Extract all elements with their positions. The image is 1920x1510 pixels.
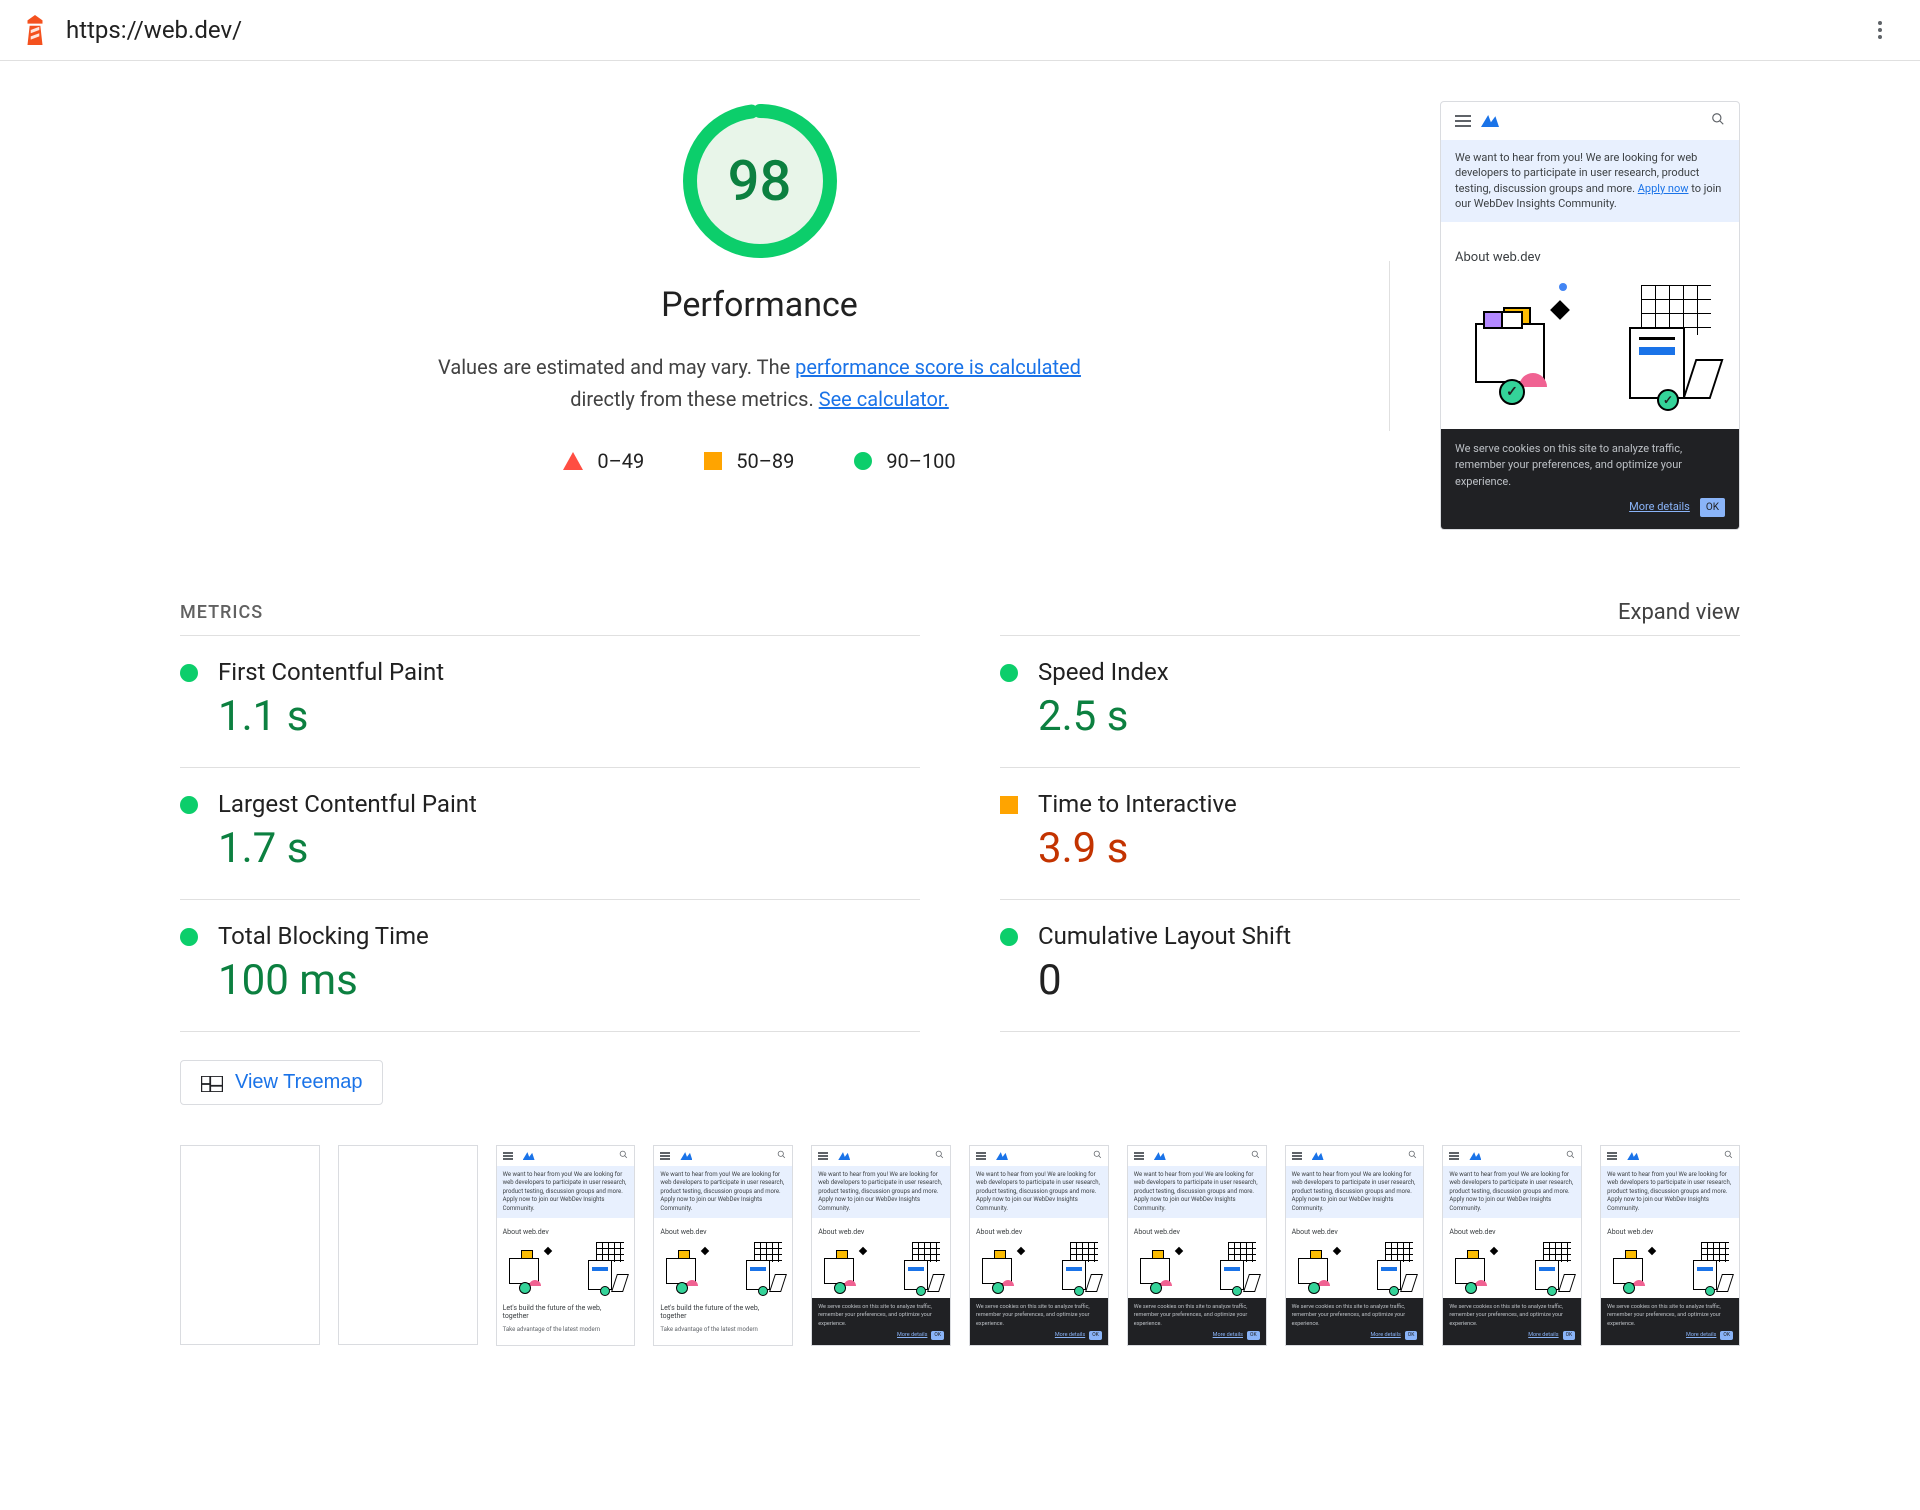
thumb-illustration (503, 1242, 629, 1298)
metric-row: First Contentful Paint 1.1 s (180, 635, 920, 767)
status-dot-icon (180, 796, 198, 814)
metric-row: Cumulative Layout Shift 0 (1000, 899, 1740, 1031)
lighthouse-icon (22, 15, 48, 45)
metric-value: 1.1 s (218, 692, 444, 741)
gauge-label: Performance (661, 285, 858, 325)
more-menu-button[interactable] (1862, 12, 1898, 48)
score-calc-link[interactable]: performance score is calculated (795, 355, 1081, 379)
thumb-illustration (660, 1242, 786, 1298)
status-dot-icon (1000, 928, 1018, 946)
metric-label: First Contentful Paint (218, 658, 444, 686)
filmstrip-thumbnail[interactable]: We want to hear from you! We are looking… (811, 1145, 951, 1346)
metric-row: Largest Contentful Paint 1.7 s (180, 767, 920, 899)
filmstrip-thumbnail[interactable]: We want to hear from you! We are looking… (1127, 1145, 1267, 1346)
search-icon (1711, 112, 1725, 130)
page-preview-screenshot: We want to hear from you! We are looking… (1440, 101, 1740, 530)
topbar: https://web.dev/ (0, 0, 1920, 61)
status-dot-icon (1000, 664, 1018, 682)
metric-label: Cumulative Layout Shift (1038, 922, 1291, 950)
preview-illustration (1455, 285, 1725, 415)
metrics-section-title: METRICS (180, 602, 263, 623)
performance-gauge: 98 Performance (661, 101, 858, 325)
legend-pass-icon (854, 452, 872, 470)
legend-avg-icon (704, 452, 722, 470)
view-treemap-button[interactable]: View Treemap (180, 1060, 383, 1105)
metric-value: 3.9 s (1038, 824, 1237, 873)
metric-value: 100 ms (218, 956, 429, 1005)
thumb-illustration (976, 1242, 1102, 1298)
metric-label: Speed Index (1038, 658, 1169, 686)
thumb-illustration (818, 1242, 944, 1298)
metric-label: Total Blocking Time (218, 922, 429, 950)
legend-fail-icon (563, 452, 583, 470)
metric-row: Total Blocking Time 100 ms (180, 899, 920, 1031)
metric-value: 0 (1038, 956, 1291, 1005)
preview-banner: We want to hear from you! We are looking… (1441, 140, 1739, 222)
preview-about-title: About web.dev (1455, 250, 1725, 265)
status-dot-icon (180, 664, 198, 682)
thumb-illustration (1292, 1242, 1418, 1298)
thumb-illustration (1134, 1242, 1260, 1298)
filmstrip-thumbnail[interactable] (180, 1145, 320, 1345)
filmstrip-thumbnail[interactable]: We want to hear from you! We are looking… (1600, 1145, 1740, 1346)
page-url: https://web.dev/ (66, 16, 242, 44)
filmstrip-thumbnail[interactable]: We want to hear from you! We are looking… (653, 1145, 793, 1346)
vertical-divider (1389, 261, 1390, 431)
thumb-illustration (1607, 1242, 1733, 1298)
score-legend: 0–49 50–89 90–100 (563, 449, 955, 473)
preview-cookie-banner: We serve cookies on this site to analyze… (1441, 429, 1739, 530)
filmstrip-thumbnail[interactable]: We want to hear from you! We are looking… (496, 1145, 636, 1346)
gauge-score: 98 (680, 101, 840, 261)
webdev-logo-icon (1481, 115, 1499, 127)
metric-value: 1.7 s (218, 824, 477, 873)
filmstrip-thumbnail[interactable]: We want to hear from you! We are looking… (1442, 1145, 1582, 1346)
metrics-grid: First Contentful Paint 1.1 s Speed Index 2.… (180, 635, 1740, 1032)
metric-label: Time to Interactive (1038, 790, 1237, 818)
hamburger-icon (1455, 115, 1471, 127)
preview-more-details-link: More details (1629, 499, 1690, 516)
filmstrip-thumbnail[interactable]: We want to hear from you! We are looking… (1285, 1145, 1425, 1346)
treemap-icon (201, 1075, 223, 1091)
metric-value: 2.5 s (1038, 692, 1169, 741)
thumb-illustration (1449, 1242, 1575, 1298)
metric-label: Largest Contentful Paint (218, 790, 477, 818)
score-description: Values are estimated and may vary. The p… (435, 351, 1085, 415)
metric-row: Speed Index 2.5 s (1000, 635, 1740, 767)
status-dot-icon (180, 928, 198, 946)
preview-ok-button: OK (1700, 498, 1725, 517)
expand-view-toggle[interactable]: Expand view (1618, 600, 1740, 625)
filmstrip-thumbnail[interactable] (338, 1145, 478, 1345)
filmstrip: We want to hear from you! We are looking… (180, 1145, 1740, 1346)
filmstrip-thumbnail[interactable]: We want to hear from you! We are looking… (969, 1145, 1109, 1346)
see-calculator-link[interactable]: See calculator. (819, 387, 949, 411)
status-square-icon (1000, 796, 1018, 814)
metric-row: Time to Interactive 3.9 s (1000, 767, 1740, 899)
